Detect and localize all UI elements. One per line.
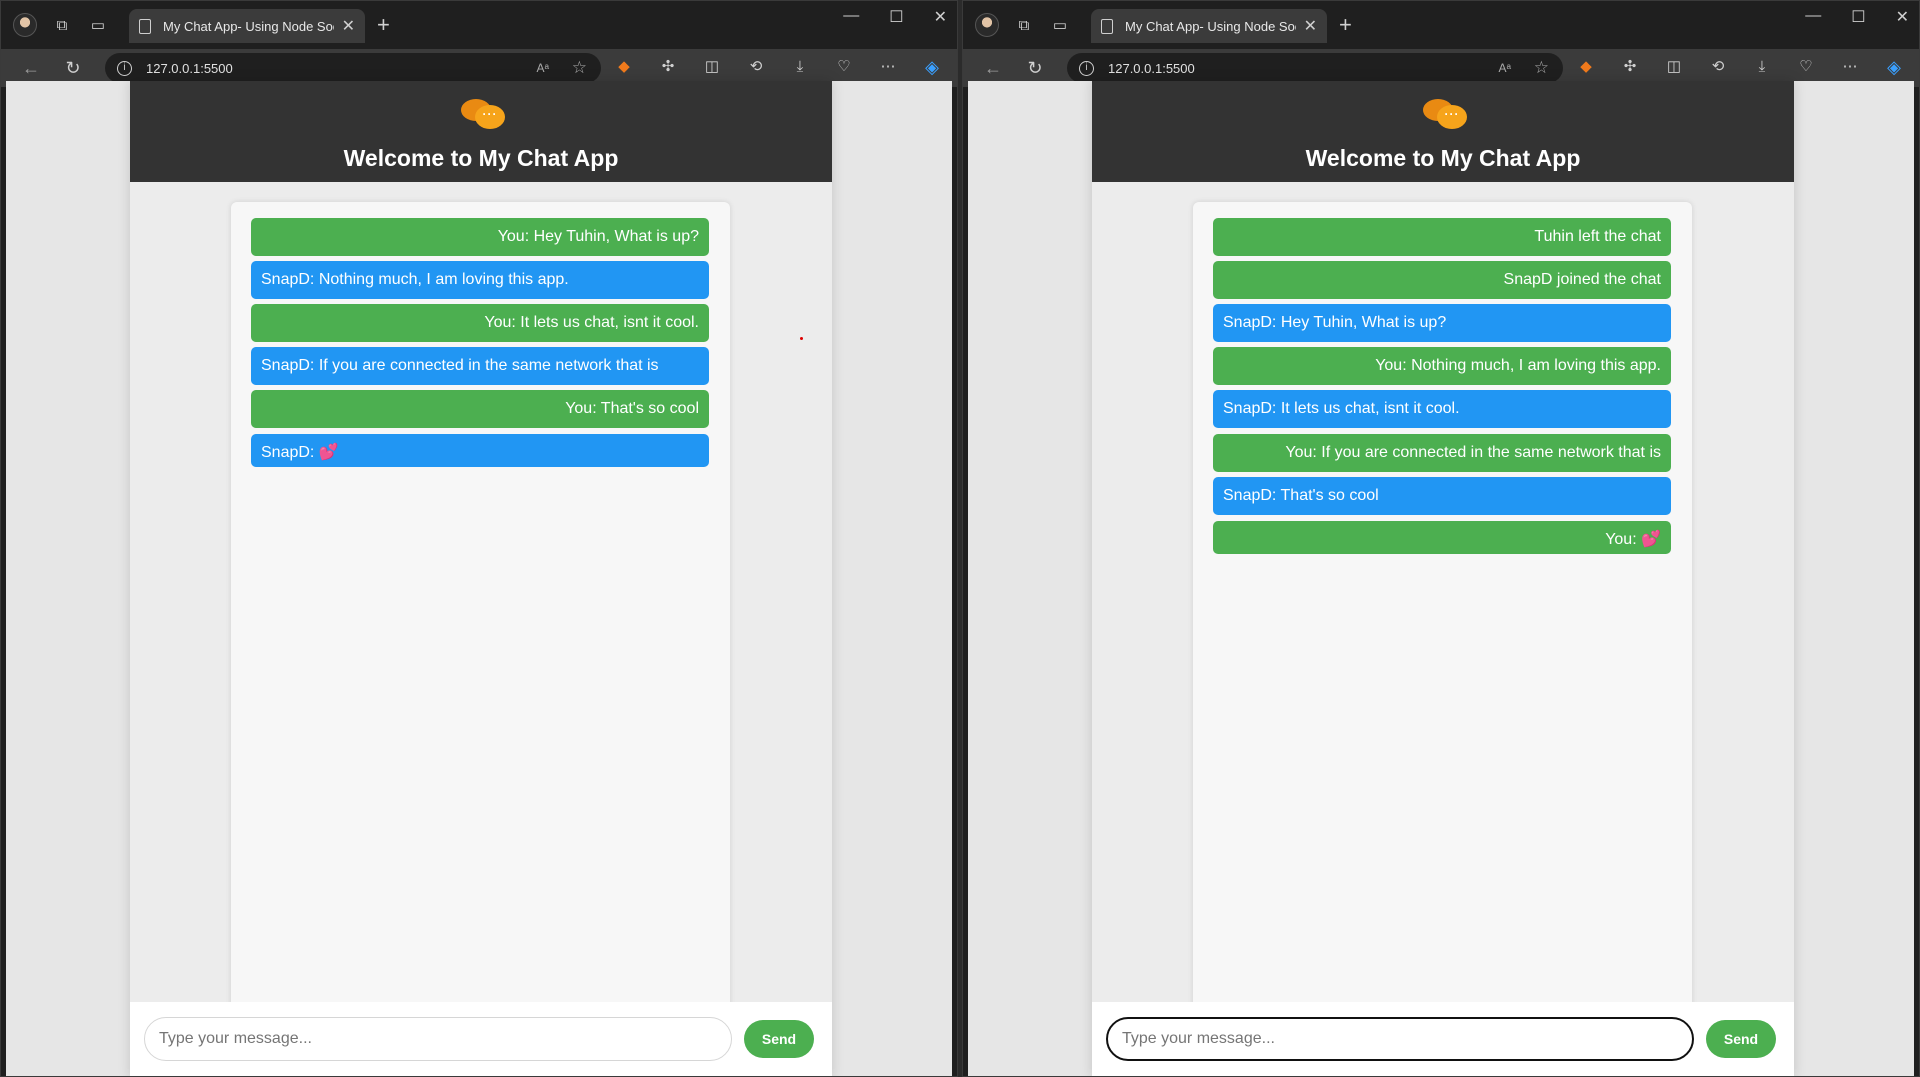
page-viewport: ··· Welcome to My Chat App Tuhin left th…	[968, 81, 1914, 1076]
info-icon[interactable]: i	[1079, 60, 1094, 76]
chat-bubbles-icon: ···	[461, 97, 505, 131]
chat-message: SnapD joined the chat	[1213, 261, 1671, 299]
chat-message: You: That's so cool	[251, 390, 709, 428]
history-icon[interactable]: ⟲	[745, 55, 767, 79]
cursor-dot	[800, 337, 803, 340]
send-button[interactable]: Send	[744, 1020, 814, 1058]
url-text: 127.0.0.1:5500	[1108, 60, 1195, 76]
extension-icon[interactable]: ◆	[613, 55, 635, 79]
browser-window-right: ⧉ ▭ My Chat App- Using Node Socke ✕ + — …	[962, 0, 1920, 1077]
tab-bar: ⧉ ▭ My Chat App- Using Node Socke ✕ + — …	[1, 1, 957, 49]
tab-actions-icon[interactable]: ▭	[1049, 14, 1071, 36]
browser-essentials-icon[interactable]: ♡	[833, 55, 855, 79]
chat-messages: You: Hey Tuhin, What is up? SnapD: Nothi…	[231, 202, 730, 1022]
browser-essentials-icon[interactable]: ♡	[1795, 55, 1817, 79]
chat-message: SnapD: That's so cool	[1213, 477, 1671, 515]
reload-icon[interactable]: ↻	[1023, 58, 1047, 79]
chat-message: You: Hey Tuhin, What is up?	[251, 218, 709, 256]
back-icon[interactable]: ←	[981, 58, 1005, 79]
tab-bar: ⧉ ▭ My Chat App- Using Node Socke ✕ + — …	[963, 1, 1919, 49]
tab-title: My Chat App- Using Node Socke	[163, 18, 334, 34]
message-input[interactable]	[1106, 1017, 1694, 1061]
chat-messages: Tuhin left the chat SnapD joined the cha…	[1193, 202, 1692, 1022]
downloads-icon[interactable]: ⤓	[789, 55, 811, 79]
history-icon[interactable]: ⟲	[1707, 55, 1729, 79]
workspaces-icon[interactable]: ⧉	[1013, 14, 1035, 36]
chat-message: You: If you are connected in the same ne…	[1213, 434, 1671, 472]
page-icon	[1101, 18, 1113, 34]
extension-icon[interactable]: ◆	[1575, 55, 1597, 79]
chat-message: SnapD: It lets us chat, isnt it cool.	[1213, 390, 1671, 428]
new-tab-icon[interactable]: +	[377, 13, 390, 37]
maximize-icon[interactable]: ☐	[889, 7, 903, 27]
close-tab-icon[interactable]: ✕	[342, 16, 355, 36]
chat-message: You: 💕	[1213, 521, 1671, 554]
downloads-icon[interactable]: ⤓	[1751, 55, 1773, 79]
favorite-star-icon[interactable]: ☆	[1534, 58, 1549, 78]
window-controls: — ☐ ✕	[843, 7, 947, 27]
read-aloud-icon[interactable]: Aᵃ	[537, 61, 549, 75]
heart-emoji: 💕	[318, 444, 339, 461]
page-viewport: ··· Welcome to My Chat App You: Hey Tuhi…	[6, 81, 952, 1076]
more-icon[interactable]: ⋯	[1839, 55, 1861, 79]
message-composer: Send	[1092, 1002, 1794, 1076]
toolbar-actions: ◆ ✣ ◫ ⟲ ⤓ ♡ ⋯ ◈	[1575, 55, 1905, 79]
copilot-icon[interactable]: ◈	[1883, 55, 1905, 79]
chat-bubbles-icon: ···	[1423, 97, 1467, 131]
close-icon[interactable]: ✕	[1896, 7, 1909, 27]
browser-tab[interactable]: My Chat App- Using Node Socke ✕	[1091, 9, 1327, 43]
tab-actions-icon[interactable]: ▭	[87, 14, 109, 36]
split-screen-icon[interactable]: ◫	[1663, 55, 1685, 79]
browser-tab[interactable]: My Chat App- Using Node Socke ✕	[129, 9, 365, 43]
chat-message: SnapD: If you are connected in the same …	[251, 347, 709, 385]
workspaces-icon[interactable]: ⧉	[51, 14, 73, 36]
page-title: Welcome to My Chat App	[1305, 145, 1581, 171]
chat-message: SnapD: Hey Tuhin, What is up?	[1213, 304, 1671, 342]
send-button[interactable]: Send	[1706, 1020, 1776, 1058]
more-icon[interactable]: ⋯	[877, 55, 899, 79]
copilot-icon[interactable]: ◈	[921, 55, 943, 79]
message-composer: Send	[130, 1002, 832, 1076]
app-header: ··· Welcome to My Chat App	[130, 81, 832, 182]
message-input[interactable]	[144, 1017, 732, 1061]
profile-avatar[interactable]	[13, 13, 37, 37]
chat-message: Tuhin left the chat	[1213, 218, 1671, 256]
minimize-icon[interactable]: —	[1805, 7, 1821, 27]
page-title: Welcome to My Chat App	[343, 145, 619, 171]
address-bar[interactable]: i 127.0.0.1:5500 Aᵃ ☆	[1067, 53, 1563, 83]
heart-emoji: 💕	[1641, 531, 1661, 548]
back-icon[interactable]: ←	[19, 58, 43, 79]
url-text: 127.0.0.1:5500	[146, 60, 233, 76]
chat-message: You: Nothing much, I am loving this app.	[1213, 347, 1671, 385]
close-icon[interactable]: ✕	[934, 7, 947, 27]
app-header: ··· Welcome to My Chat App	[1092, 81, 1794, 182]
chat-message: SnapD: 💕	[251, 434, 709, 467]
page-icon	[139, 18, 151, 34]
new-tab-icon[interactable]: +	[1339, 13, 1352, 37]
extensions-icon[interactable]: ✣	[1619, 55, 1641, 79]
tab-title: My Chat App- Using Node Socke	[1125, 18, 1296, 34]
address-bar[interactable]: i 127.0.0.1:5500 Aᵃ ☆	[105, 53, 601, 83]
maximize-icon[interactable]: ☐	[1851, 7, 1865, 27]
close-tab-icon[interactable]: ✕	[1304, 16, 1317, 36]
favorite-star-icon[interactable]: ☆	[572, 58, 587, 78]
minimize-icon[interactable]: —	[843, 7, 859, 27]
read-aloud-icon[interactable]: Aᵃ	[1499, 61, 1511, 75]
extensions-icon[interactable]: ✣	[657, 55, 679, 79]
toolbar-actions: ◆ ✣ ◫ ⟲ ⤓ ♡ ⋯ ◈	[613, 55, 943, 79]
chat-app: ··· Welcome to My Chat App Tuhin left th…	[1092, 81, 1794, 1076]
profile-avatar[interactable]	[975, 13, 999, 37]
chat-message: SnapD: Nothing much, I am loving this ap…	[251, 261, 709, 299]
info-icon[interactable]: i	[117, 60, 132, 76]
reload-icon[interactable]: ↻	[61, 58, 85, 79]
chat-app: ··· Welcome to My Chat App You: Hey Tuhi…	[130, 81, 832, 1076]
window-controls: — ☐ ✕	[1805, 7, 1909, 27]
split-screen-icon[interactable]: ◫	[701, 55, 723, 79]
browser-window-left: ⧉ ▭ My Chat App- Using Node Socke ✕ + — …	[0, 0, 958, 1077]
chat-message: You: It lets us chat, isnt it cool.	[251, 304, 709, 342]
